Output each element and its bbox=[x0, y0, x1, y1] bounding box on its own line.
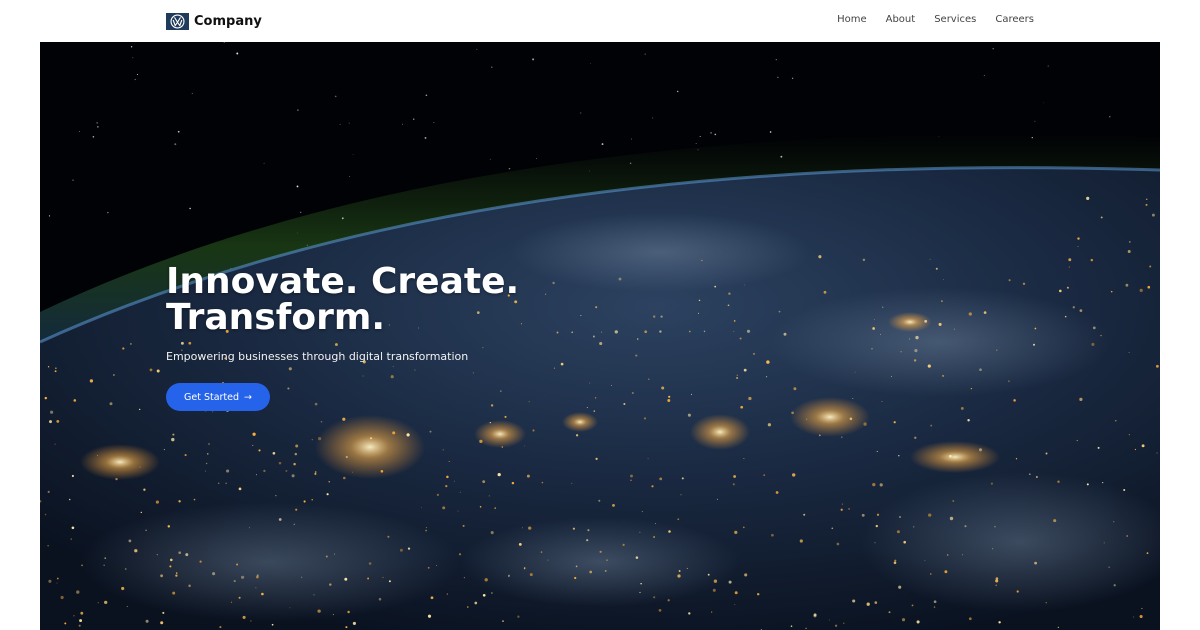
vw-logo-icon bbox=[166, 12, 189, 30]
nav-home[interactable]: Home bbox=[837, 14, 867, 25]
brand-name: Company bbox=[194, 13, 262, 29]
hero-section: Innovate. Create. Transform. Empowering … bbox=[40, 42, 1160, 630]
hero-title-line-1: Innovate. Create. bbox=[166, 261, 520, 302]
top-navbar: Company Home About Services Careers bbox=[0, 0, 1200, 42]
brand-link[interactable]: Company bbox=[166, 12, 262, 30]
hero-content: Innovate. Create. Transform. Empowering … bbox=[166, 264, 586, 411]
nav-careers[interactable]: Careers bbox=[995, 14, 1034, 25]
hero-title-line-2: Transform. bbox=[166, 297, 386, 338]
get-started-label: Get Started bbox=[184, 391, 240, 403]
hero-title: Innovate. Create. Transform. bbox=[166, 264, 586, 336]
main-nav: Home About Services Careers bbox=[837, 14, 1034, 25]
hero-subtitle: Empowering businesses through digital tr… bbox=[166, 350, 469, 363]
arrow-right-icon: → bbox=[244, 391, 253, 403]
nav-services[interactable]: Services bbox=[934, 14, 976, 25]
get-started-button[interactable]: Get Started → bbox=[166, 383, 271, 411]
nav-about[interactable]: About bbox=[886, 14, 916, 25]
